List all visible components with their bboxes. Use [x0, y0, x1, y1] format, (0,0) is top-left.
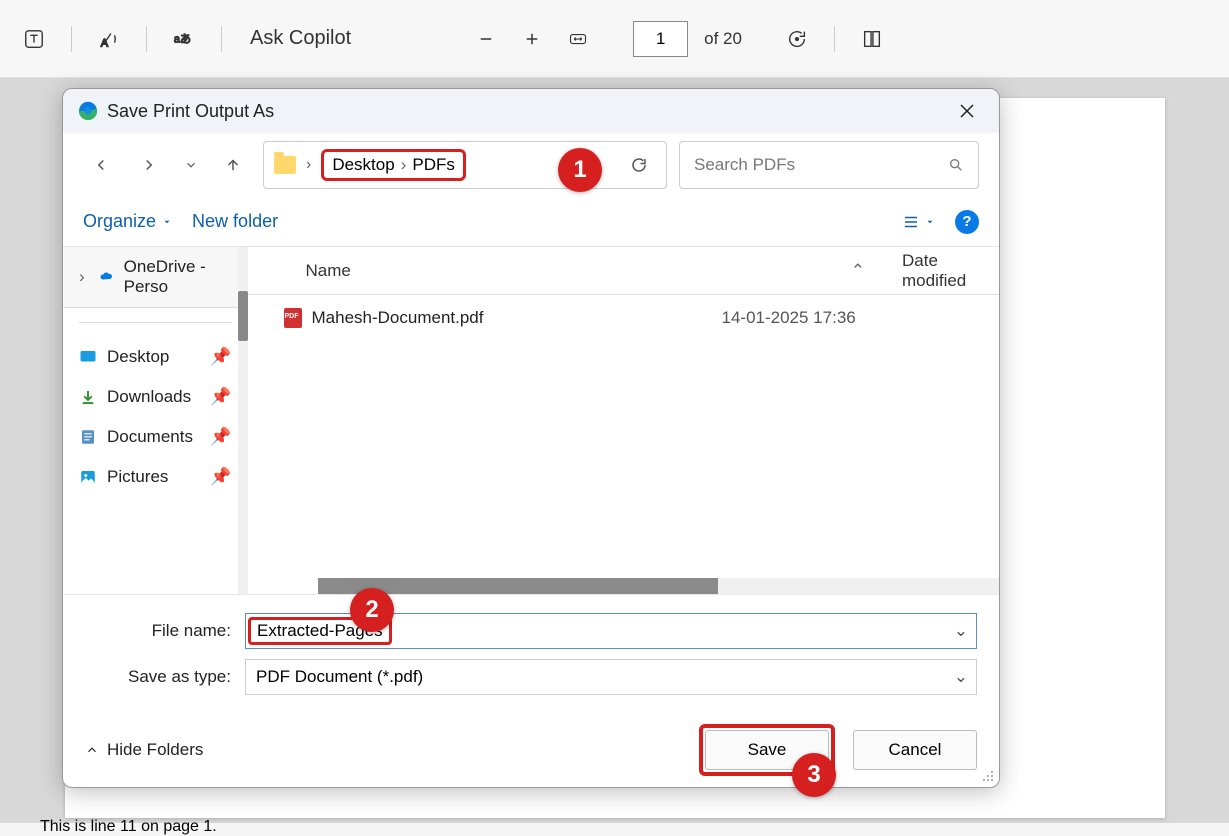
address-bar[interactable]: › Desktop › PDFs: [263, 141, 667, 189]
translate-icon[interactable]: aあ: [165, 20, 203, 58]
dialog-title-text: Save Print Output As: [107, 101, 274, 122]
sidebar-item-downloads[interactable]: Downloads 📌: [63, 377, 248, 417]
edge-icon: [77, 100, 99, 122]
rotate-icon[interactable]: [778, 20, 816, 58]
column-date[interactable]: Date modified: [902, 251, 999, 291]
zoom-out-icon[interactable]: [467, 20, 505, 58]
nav-forward-icon[interactable]: [131, 147, 167, 183]
chevron-down-icon[interactable]: ⌄: [954, 667, 968, 687]
page-number-input[interactable]: [633, 21, 688, 57]
folder-icon: [274, 156, 296, 174]
toolbar-row: Organize New folder ?: [63, 197, 999, 247]
chevron-right-icon: ›: [306, 156, 311, 174]
sidebar-item-label: Pictures: [107, 467, 168, 487]
pdf-file-icon: [284, 308, 302, 328]
organize-button[interactable]: Organize: [83, 211, 172, 232]
separator: [834, 26, 835, 52]
pin-icon: 📌: [210, 467, 231, 487]
search-placeholder: Search PDFs: [694, 155, 795, 175]
file-name: Mahesh-Document.pdf: [312, 308, 722, 328]
chevron-right-icon: ›: [401, 155, 407, 175]
sidebar-item-pictures[interactable]: Pictures 📌: [63, 457, 248, 497]
horizontal-scrollbar[interactable]: [318, 578, 1000, 594]
nav-recent-icon[interactable]: [179, 147, 203, 183]
sidebar-item-label: OneDrive - Perso: [124, 257, 232, 297]
column-name[interactable]: Name: [306, 261, 671, 281]
separator: [221, 26, 222, 52]
search-icon: [948, 157, 964, 173]
resize-grip-icon[interactable]: [981, 769, 995, 783]
callout-badge-2: 2: [350, 588, 394, 632]
view-options-button[interactable]: [901, 213, 935, 231]
svg-text:aあ: aあ: [174, 32, 191, 45]
column-header: Name ⌃ Date modified: [248, 247, 1000, 295]
separator: [146, 26, 147, 52]
search-input[interactable]: Search PDFs: [679, 141, 979, 189]
chevron-right-icon: ›: [79, 267, 89, 287]
pdf-viewer-toolbar: A aあ Ask Copilot of 20: [0, 0, 1229, 78]
cancel-button[interactable]: Cancel: [853, 730, 977, 770]
page-view-icon[interactable]: [853, 20, 891, 58]
chevron-down-icon[interactable]: ⌄: [954, 621, 968, 641]
fit-width-icon[interactable]: [559, 20, 597, 58]
save-as-dialog: Save Print Output As › Desktop › PDFs Se…: [62, 88, 1000, 788]
documents-icon: [79, 428, 97, 446]
sidebar: › OneDrive - Perso Desktop 📌 Downloads 📌…: [63, 247, 248, 594]
pictures-icon: [79, 468, 97, 486]
hide-folders-button[interactable]: Hide Folders: [85, 740, 203, 760]
sidebar-item-label: Documents: [107, 427, 193, 447]
save-type-select[interactable]: PDF Document (*.pdf) ⌄: [245, 659, 977, 695]
document-text-line: This is line 11 on page 1.: [40, 818, 1189, 836]
breadcrumb-item[interactable]: PDFs: [412, 155, 455, 175]
pin-icon: 📌: [210, 347, 231, 367]
file-date: 14-01-2025 17:36: [722, 308, 856, 328]
dialog-titlebar: Save Print Output As: [63, 89, 999, 133]
pin-icon: 📌: [210, 387, 231, 407]
sidebar-item-documents[interactable]: Documents 📌: [63, 417, 248, 457]
sidebar-item-label: Downloads: [107, 387, 191, 407]
zoom-in-icon[interactable]: [513, 20, 551, 58]
breadcrumb[interactable]: Desktop › PDFs: [321, 149, 466, 181]
separator: [79, 322, 232, 323]
dialog-footer: Hide Folders Save Cancel: [63, 713, 999, 787]
new-folder-button[interactable]: New folder: [192, 211, 278, 232]
callout-badge-1: 1: [558, 148, 602, 192]
sidebar-item-label: Desktop: [107, 347, 169, 367]
text-select-tool-icon[interactable]: [15, 20, 53, 58]
nav-row: › Desktop › PDFs Search PDFs: [63, 133, 999, 197]
download-icon: [79, 388, 97, 406]
page-total-label: of 20: [704, 29, 742, 49]
breadcrumb-item[interactable]: Desktop: [332, 155, 394, 175]
ask-copilot-button[interactable]: Ask Copilot: [250, 27, 351, 50]
onedrive-icon: [99, 268, 114, 286]
sidebar-item-desktop[interactable]: Desktop 📌: [63, 337, 248, 377]
nav-back-icon[interactable]: [83, 147, 119, 183]
file-list-area: Name ⌃ Date modified Mahesh-Document.pdf…: [248, 247, 1000, 594]
desktop-icon: [79, 348, 97, 366]
sidebar-item-onedrive[interactable]: › OneDrive - Perso: [63, 247, 248, 308]
save-type-value: PDF Document (*.pdf): [256, 667, 423, 687]
svg-text:A: A: [101, 37, 109, 49]
close-button[interactable]: [949, 93, 985, 129]
nav-up-icon[interactable]: [215, 147, 251, 183]
save-type-label: Save as type:: [85, 667, 245, 687]
read-aloud-icon[interactable]: A: [90, 20, 128, 58]
sidebar-scrollbar[interactable]: [238, 247, 248, 594]
form-area: File name: Extracted-Pages ⌄ Save as typ…: [63, 594, 999, 713]
file-row[interactable]: Mahesh-Document.pdf 14-01-2025 17:36: [248, 295, 1000, 341]
pin-icon: 📌: [210, 427, 231, 447]
file-name-label: File name:: [85, 621, 245, 641]
refresh-icon[interactable]: [622, 148, 656, 182]
separator: [71, 26, 72, 52]
sort-indicator-icon: ⌃: [851, 261, 865, 281]
callout-badge-3: 3: [792, 753, 836, 797]
help-icon[interactable]: ?: [955, 210, 979, 234]
